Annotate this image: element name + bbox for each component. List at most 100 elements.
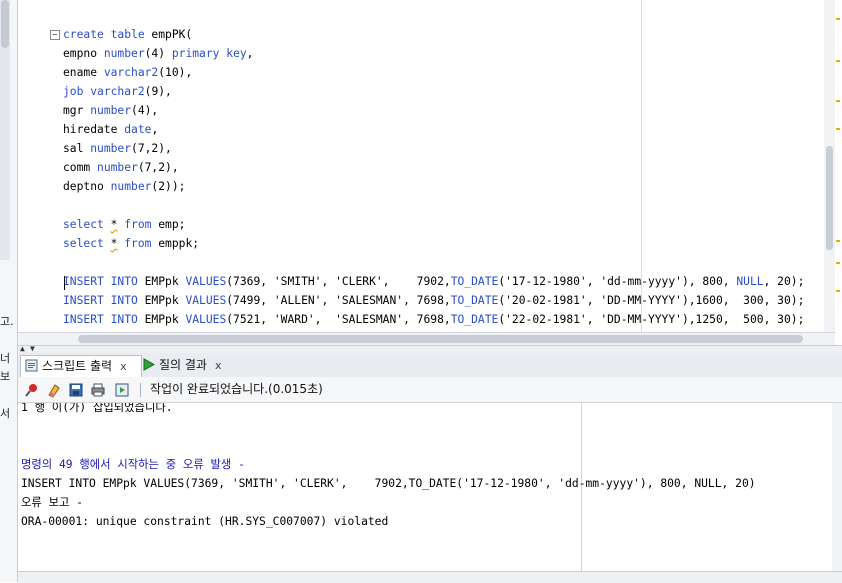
code-token: , 20); xyxy=(763,275,805,288)
fold-collapse-icon[interactable]: − xyxy=(50,30,60,40)
code-token: (7369, 'SMITH', 'CLERK', 7902, xyxy=(226,275,451,288)
code-token: VALUES xyxy=(185,294,227,307)
code-token: VALUES xyxy=(185,275,227,288)
left-panel-text: 고. xyxy=(0,315,14,328)
bottom-status-bar xyxy=(18,571,842,583)
code-line[interactable]: hiredate date, xyxy=(63,120,158,139)
tab-script-output-label: 스크립트 출력 xyxy=(42,359,113,373)
output-line: 명령의 49 행에서 시작하는 중 오류 발생 - xyxy=(21,458,245,471)
output-toolbar: 작업이 완료되었습니다.(0.015초) xyxy=(18,377,842,403)
code-token: varchar2 xyxy=(90,85,145,98)
code-token: EMPpk xyxy=(144,313,186,326)
overview-ruler[interactable] xyxy=(836,0,842,345)
code-token: emp; xyxy=(151,218,186,231)
left-panel-scrollbar[interactable] xyxy=(0,0,10,260)
code-token: varchar2 xyxy=(103,66,159,79)
code-token: create table xyxy=(63,28,152,41)
code-token: number xyxy=(90,104,132,117)
code-token: job xyxy=(63,85,91,98)
code-token: TO_DATE xyxy=(450,294,499,307)
code-line[interactable]: mgr number(4), xyxy=(63,101,158,120)
warning-mark[interactable] xyxy=(836,100,840,102)
code-token: INSERT INTO xyxy=(63,294,145,307)
code-token: (7,2), xyxy=(131,142,172,155)
code-token: ('20-02-1981', 'DD-MM-YYYY'),1600, 300, … xyxy=(498,294,805,307)
warning-mark[interactable] xyxy=(836,60,840,62)
warning-mark[interactable] xyxy=(836,128,840,130)
save-icon[interactable] xyxy=(68,382,84,398)
collapse-down-icon[interactable]: ▼ xyxy=(30,344,35,353)
code-token: primary key xyxy=(171,47,247,60)
warning-mark[interactable] xyxy=(836,262,840,264)
code-line[interactable]: deptno number(2)); xyxy=(63,177,185,196)
tab-script-output[interactable]: 스크립트 출력 x xyxy=(20,355,142,377)
sql-editor[interactable]: − create table empPK(empno number(4) pri… xyxy=(18,0,835,332)
code-line[interactable]: sal number(7,2), xyxy=(63,139,172,158)
code-line[interactable]: empno number(4) primary key, xyxy=(63,44,253,63)
editor-vertical-scrollbar[interactable] xyxy=(824,0,835,332)
left-panel-text: 너 xyxy=(0,352,11,365)
print-icon[interactable] xyxy=(90,382,106,398)
code-token: (10), xyxy=(158,66,193,79)
collapse-up-icon[interactable]: ▲ xyxy=(20,344,25,353)
code-token: (7,2), xyxy=(137,161,179,174)
code-line[interactable]: create table empPK( xyxy=(63,25,192,44)
code-line[interactable]: ename varchar2(10), xyxy=(63,63,192,82)
code-token: , xyxy=(246,47,254,60)
tab-query-result[interactable]: 질의 결과 x xyxy=(138,355,241,376)
code-token: , xyxy=(151,123,159,136)
code-token: (2)); xyxy=(151,180,186,193)
code-line[interactable]: select * from emppk; xyxy=(63,234,199,253)
code-line[interactable]: INSERT INTO EMPpk VALUES(7521, 'WARD', '… xyxy=(63,310,804,329)
toolbar-separator xyxy=(140,383,141,397)
code-line[interactable]: comm number(7,2), xyxy=(63,158,179,177)
script-output-area[interactable]: 1 행 이(가) 삽입되었습니다. 명령의 49 행에서 시작하는 중 오류 발생… xyxy=(18,403,832,571)
code-token: number xyxy=(110,180,152,193)
run-script-icon[interactable] xyxy=(114,382,130,398)
code-token: (7499, 'ALLEN', 'SALESMAN', 7698, xyxy=(226,294,451,307)
close-icon[interactable]: x xyxy=(215,359,222,372)
code-token: TO_DATE xyxy=(450,275,499,288)
output-line: 1 행 이(가) 삽입되었습니다. xyxy=(21,403,173,414)
code-token: empno xyxy=(63,47,104,60)
code-token: (4), xyxy=(131,104,159,117)
play-icon xyxy=(143,358,155,371)
editor-horizontal-scrollbar[interactable] xyxy=(18,332,835,345)
eraser-icon[interactable] xyxy=(46,382,62,398)
code-token: (9), xyxy=(144,85,172,98)
warning-mark[interactable] xyxy=(836,290,840,292)
code-token: INSERT INTO xyxy=(63,275,145,288)
warning-mark[interactable] xyxy=(836,240,840,242)
code-line[interactable]: INSERT INTO EMPpk VALUES(7499, 'ALLEN', … xyxy=(63,291,804,310)
editor-horizontal-scroll-thumb[interactable] xyxy=(78,335,803,343)
code-token: (4) xyxy=(144,47,172,60)
script-output-icon xyxy=(25,359,38,372)
code-line[interactable]: job varchar2(9), xyxy=(63,82,172,101)
left-panel: 고. 너 보 서 xyxy=(0,0,18,582)
left-panel-text: 서 xyxy=(0,407,11,420)
code-token: ('22-02-1981', 'DD-MM-YYYY'),1250, 500, … xyxy=(498,313,805,326)
code-token: TO_DATE xyxy=(450,313,499,326)
code-token: empPK( xyxy=(151,28,193,41)
code-line[interactable]: select * from emp; xyxy=(63,215,185,234)
code-token: (7521, 'WARD', 'SALESMAN', 7698, xyxy=(226,313,451,326)
pin-icon[interactable] xyxy=(24,382,40,398)
close-icon[interactable]: x xyxy=(120,360,127,373)
left-panel-text: 보 xyxy=(0,370,11,383)
code-token: EMPpk xyxy=(144,294,186,307)
status-message: 작업이 완료되었습니다.(0.015초) xyxy=(150,382,323,396)
code-line[interactable]: INSERT INTO EMPpk VALUES(7369, 'SMITH', … xyxy=(63,272,804,291)
code-token: mgr xyxy=(63,104,91,117)
output-tab-bar: 스크립트 출력 x 질의 결과 x xyxy=(18,353,842,378)
code-token: date xyxy=(124,123,152,136)
code-token: deptno xyxy=(63,180,111,193)
code-token: VALUES xyxy=(185,313,227,326)
tab-query-result-label: 질의 결과 xyxy=(159,358,207,372)
output-vertical-scrollbar[interactable] xyxy=(832,403,842,571)
code-token: select xyxy=(63,237,111,250)
editor-vertical-scroll-thumb[interactable] xyxy=(826,146,833,250)
warning-mark[interactable] xyxy=(836,18,840,20)
left-panel-scroll-thumb[interactable] xyxy=(1,0,9,48)
code-token: ('17-12-1980', 'dd-mm-yyyy'), 800, xyxy=(498,275,737,288)
output-line: INSERT INTO EMPpk VALUES(7369, 'SMITH', … xyxy=(21,477,756,490)
